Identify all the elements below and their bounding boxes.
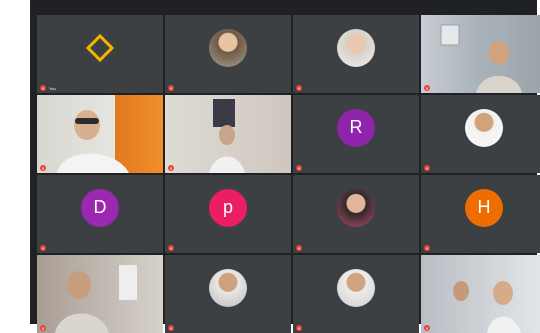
participant-tile-1[interactable]: ✕ You xyxy=(37,15,163,93)
participant-initial-avatar: p xyxy=(209,188,247,227)
participant-video-feed xyxy=(55,265,137,333)
participant-photo-avatar xyxy=(337,188,375,227)
participant-name-tag: ✕ xyxy=(168,165,177,171)
muted-mic-icon: ✕ xyxy=(296,85,302,91)
participant-name-tag: ✕ You xyxy=(40,85,56,91)
participant-tile-9[interactable]: D ✕ xyxy=(37,175,163,253)
participant-logo-avatar xyxy=(81,28,119,67)
participant-tile-13[interactable]: ✕ xyxy=(37,255,163,333)
video-call-window: ✕ You ✕ ✕ ✕ ✕ ✕ R ✕ ✕ D ✕ p ✕ ✕ H ✕ ✕ ✕ … xyxy=(30,0,540,333)
participant-name-tag: ✕ xyxy=(40,325,49,331)
participant-tile-16[interactable]: ✕ xyxy=(421,255,540,333)
participant-name-tag: ✕ xyxy=(424,245,433,251)
participant-tile-14[interactable]: ✕ xyxy=(165,255,291,333)
participant-photo-avatar xyxy=(209,268,247,307)
participant-name-tag: ✕ xyxy=(40,165,49,171)
muted-mic-icon: ✕ xyxy=(424,85,430,91)
muted-mic-icon: ✕ xyxy=(296,325,302,331)
participant-tile-12[interactable]: H ✕ xyxy=(421,175,540,253)
participant-photo-avatar xyxy=(337,268,375,307)
participant-tile-3[interactable]: ✕ xyxy=(293,15,419,93)
participant-tile-2[interactable]: ✕ xyxy=(165,15,291,93)
participant-name: You xyxy=(49,85,56,91)
participant-name-tag: ✕ xyxy=(296,245,305,251)
participant-photo-avatar xyxy=(209,28,247,67)
muted-mic-icon: ✕ xyxy=(424,245,430,251)
participant-name-tag: ✕ xyxy=(296,85,305,91)
participant-photo-avatar xyxy=(465,108,503,147)
participant-name-tag: ✕ xyxy=(40,245,49,251)
participant-tile-6[interactable]: ✕ xyxy=(165,95,291,173)
participant-tile-8[interactable]: ✕ xyxy=(421,95,540,173)
participant-video-feed xyxy=(209,99,245,173)
participant-tile-11[interactable]: ✕ xyxy=(293,175,419,253)
muted-mic-icon: ✕ xyxy=(168,325,174,331)
muted-mic-icon: ✕ xyxy=(168,165,174,171)
participant-video-feed xyxy=(57,110,129,173)
participant-name-tag: ✕ xyxy=(424,165,433,171)
participant-tile-5[interactable]: ✕ xyxy=(37,95,163,173)
muted-mic-icon: ✕ xyxy=(296,245,302,251)
participant-name-tag: ✕ xyxy=(424,85,433,91)
participant-tile-7[interactable]: R ✕ xyxy=(293,95,419,173)
participant-tile-4[interactable]: ✕ xyxy=(421,15,540,93)
participant-initial-avatar: D xyxy=(81,188,119,227)
participant-tile-10[interactable]: p ✕ xyxy=(165,175,291,253)
meeting-top-text xyxy=(30,0,537,13)
participant-photo-avatar xyxy=(337,28,375,67)
muted-mic-icon: ✕ xyxy=(40,325,46,331)
participant-name-tag: ✕ xyxy=(296,325,305,331)
participant-name-tag: ✕ xyxy=(168,245,177,251)
muted-mic-icon: ✕ xyxy=(424,165,430,171)
participant-initial-avatar: H xyxy=(465,188,503,227)
muted-mic-icon: ✕ xyxy=(296,165,302,171)
muted-mic-icon: ✕ xyxy=(40,165,46,171)
muted-mic-icon: ✕ xyxy=(424,325,430,331)
participant-name-tag: ✕ xyxy=(296,165,305,171)
muted-mic-icon: ✕ xyxy=(40,245,46,251)
participant-name-tag: ✕ xyxy=(168,85,177,91)
muted-mic-icon: ✕ xyxy=(40,85,46,91)
muted-mic-icon: ✕ xyxy=(168,245,174,251)
muted-mic-icon: ✕ xyxy=(168,85,174,91)
participant-name-tag: ✕ xyxy=(424,325,433,331)
participant-tile-15[interactable]: ✕ xyxy=(293,255,419,333)
participant-name-tag: ✕ xyxy=(168,325,177,331)
participant-initial-avatar: R xyxy=(337,108,375,147)
participant-video-feed xyxy=(453,281,521,333)
participant-video-feed xyxy=(440,24,522,93)
diamond-logo-icon xyxy=(85,33,115,62)
